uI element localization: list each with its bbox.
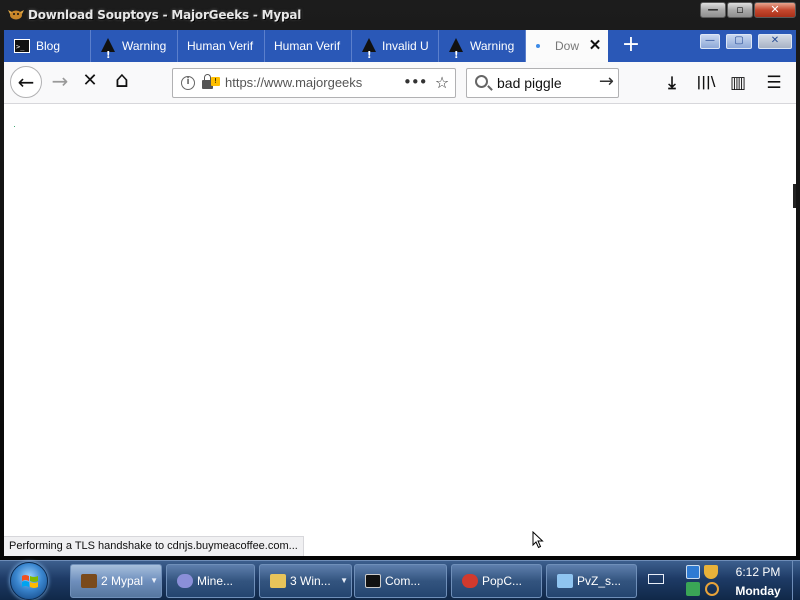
new-tab-button[interactable]: + [618, 33, 644, 59]
taskbar-item-label: Mine... [197, 574, 234, 588]
mypal-icon [81, 574, 97, 588]
title-bar[interactable]: Download Souptoys - MajorGeeks - Mypal —… [0, 0, 800, 30]
tab-download-active[interactable]: Dow ✕ [526, 30, 608, 62]
warning-icon [362, 38, 376, 62]
terminal-icon [365, 574, 381, 588]
scrollbar-edge[interactable] [793, 184, 796, 208]
clock-day[interactable]: Monday [724, 584, 792, 598]
menu-button[interactable]: ☰ [760, 68, 788, 98]
minimize-icon[interactable]: — [700, 34, 720, 49]
terminal-icon [14, 31, 30, 62]
tab-human-verification-1[interactable]: Human Verif [178, 30, 265, 62]
tab-label: Human Verif [274, 39, 341, 53]
tab-close-icon[interactable]: ✕ [586, 30, 604, 62]
tab-label: Invalid U [382, 39, 429, 53]
taskbar-item-popcap[interactable]: PopC... [451, 564, 542, 598]
taskbar-item-label: PvZ_s... [577, 574, 622, 588]
taskbar-item-label: 2 Mypal [101, 574, 144, 588]
window-minimize-button[interactable]: — [700, 2, 726, 18]
back-button[interactable]: ← [10, 66, 42, 98]
info-icon[interactable]: i [181, 76, 195, 90]
tab-label: Warning [470, 39, 515, 53]
stop-button[interactable]: ✕ [74, 66, 106, 98]
search-input[interactable]: bad piggle [497, 69, 562, 97]
loading-dot-icon [536, 44, 540, 48]
network-icon[interactable] [686, 582, 700, 596]
taskbar-item-label: PopC... [482, 574, 523, 588]
warning-icon [449, 38, 463, 62]
show-desktop-button[interactable] [792, 561, 800, 600]
insecure-lock-icon[interactable] [202, 74, 220, 89]
shield-icon[interactable] [704, 565, 718, 579]
taskbar-item-label: Com... [385, 574, 421, 588]
downloads-button[interactable]: ⤓ [658, 68, 686, 98]
taskbar-item-mypal[interactable]: 2 Mypal ▼ [70, 564, 162, 598]
status-bar: Performing a TLS handshake to cdnjs.buym… [4, 536, 304, 556]
mypal-app-icon [8, 10, 24, 20]
browser-window: Download Souptoys - MajorGeeks - Mypal —… [0, 0, 800, 560]
taskbar: 2 Mypal ▼ Mine... 3 Win... ▼ Com... PopC… [0, 560, 800, 600]
chevron-down-icon[interactable]: ▼ [150, 565, 158, 597]
tab-warning-1[interactable]: Warning [91, 30, 178, 62]
language-icon[interactable] [686, 565, 700, 579]
chevron-down-icon[interactable]: ▼ [340, 565, 348, 597]
taskbar-item-label: 3 Win... [290, 574, 331, 588]
tab-label: Blog [36, 39, 61, 53]
taskbar-item-windows-explorer[interactable]: 3 Win... ▼ [259, 564, 352, 598]
tab-label: Dow [555, 39, 580, 53]
tab-blog[interactable]: Blog [4, 30, 91, 62]
taskbar-item-pvz[interactable]: PvZ_s... [546, 564, 637, 598]
page-actions-icon[interactable]: ••• [403, 69, 428, 95]
tab-human-verification-2[interactable]: Human Verif [265, 30, 352, 62]
tab-warning-2[interactable]: Warning [439, 30, 526, 62]
sidebar-button[interactable]: ▥ [724, 68, 752, 98]
clock-time[interactable]: 6:12 PM [724, 565, 792, 579]
library-button[interactable]: |||\ [692, 68, 720, 98]
page-artifact [14, 126, 15, 127]
search-bar[interactable]: bad piggle → [466, 68, 619, 98]
warning-icon [101, 38, 115, 62]
bookmark-star-icon[interactable]: ☆ [431, 69, 453, 97]
tab-label: Human Verif [187, 39, 254, 53]
document-icon [557, 574, 573, 588]
tab-strip: Blog Warning Human Verif Human Verif Inv… [4, 30, 796, 62]
url-text[interactable]: https://www.majorgeeks [225, 69, 375, 97]
windows-logo-icon [22, 575, 38, 588]
popcap-icon [462, 574, 478, 588]
window-restore-button[interactable]: ▫ [727, 2, 753, 18]
forward-button[interactable]: → [44, 66, 76, 98]
search-tray-icon[interactable] [705, 582, 719, 596]
tab-label: Warning [122, 39, 167, 53]
window-close-button[interactable]: ✕ [754, 2, 796, 18]
mouse-cursor-icon [532, 531, 544, 549]
keyboard-icon[interactable] [648, 574, 664, 584]
taskbar-item-command-prompt[interactable]: Com... [354, 564, 447, 598]
globe-icon [177, 574, 193, 588]
window-title: Download Souptoys - MajorGeeks - Mypal [28, 8, 302, 22]
navigation-toolbar: ← → ✕ ⌂ i https://www.majorgeeks ••• ☆ b… [4, 62, 796, 104]
tab-invalid[interactable]: Invalid U [352, 30, 439, 62]
search-go-icon[interactable]: → [599, 69, 614, 95]
page-content[interactable]: Performing a TLS handshake to cdnjs.buym… [4, 104, 796, 556]
close-icon[interactable]: ✕ [758, 34, 792, 49]
search-icon [475, 75, 488, 88]
home-button[interactable]: ⌂ [106, 66, 138, 98]
folder-icon [270, 574, 286, 588]
start-button[interactable] [10, 562, 48, 600]
url-bar[interactable]: i https://www.majorgeeks ••• ☆ [172, 68, 456, 98]
restore-icon[interactable]: ▢ [726, 34, 752, 49]
taskbar-item-minecraft[interactable]: Mine... [166, 564, 255, 598]
